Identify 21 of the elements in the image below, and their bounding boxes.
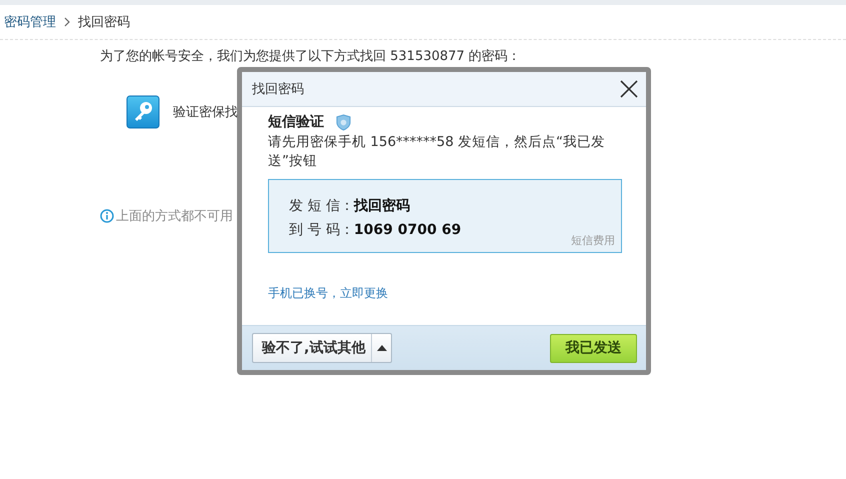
info-icon [100,209,114,223]
method-label[interactable]: 验证密保找 [173,103,238,121]
other-methods-button[interactable]: 验不了,试试其他 [252,333,392,363]
caret-icon [376,345,387,351]
sms-field-value: 找回密码 [354,197,410,215]
intro-text: 为了您的帐号安全，我们为您提供了以下方式找回 531530877 的密码： [100,49,522,64]
sms-field-label: 发 短 信： [289,197,354,215]
section-heading: 短信验证 [268,113,324,131]
sms-field-label: 到 号 码： [289,221,354,239]
sms-field-value: 1069 0700 69 [354,222,462,238]
chevron-icon [64,17,70,27]
confirm-button[interactable]: 我已发送 [550,334,637,362]
shield-icon[interactable] [336,114,351,130]
key-icon [126,95,160,129]
breadcrumb-current: 找回密码 [78,14,130,31]
dialog-title: 找回密码 [252,81,304,98]
breadcrumb-link[interactable]: 密码管理 [4,13,56,31]
close-icon[interactable] [620,80,638,98]
instruction-text: 请先用密保手机 156******58 发短信，然后点“我已发送”按钮 [268,133,606,171]
fallback-text: 上面的方式都不可用 [116,208,233,225]
change-phone-link[interactable]: 手机已换号，立即更换 [268,286,388,300]
